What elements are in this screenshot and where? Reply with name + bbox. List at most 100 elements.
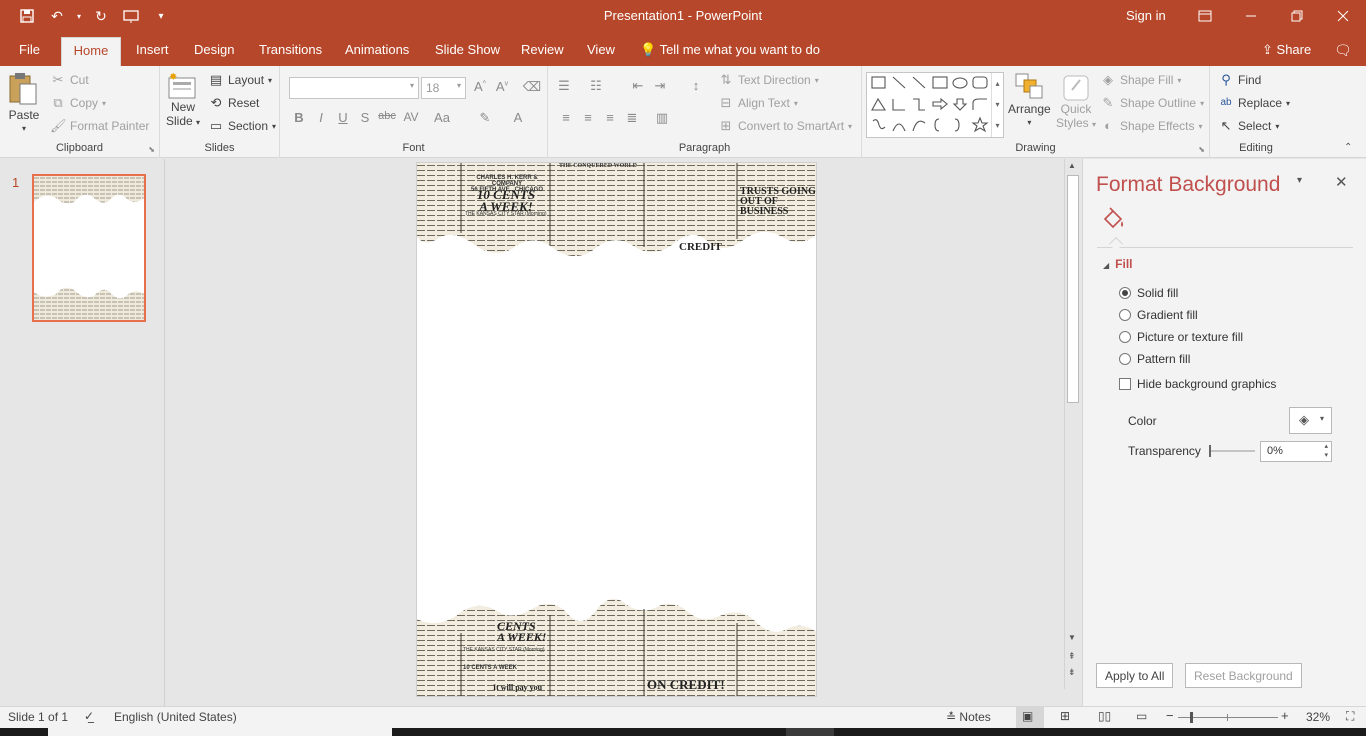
font-color-icon[interactable]: A <box>508 110 528 125</box>
select-button[interactable]: ↖ Select ▾ <box>1218 118 1280 134</box>
underline-icon[interactable]: U <box>333 110 353 125</box>
zoom-out-icon[interactable]: − <box>1166 708 1174 723</box>
fill-section-header[interactable]: ◢ Fill <box>1103 257 1133 271</box>
pattern-fill-radio[interactable]: Pattern fill <box>1119 352 1190 366</box>
apply-to-all-button[interactable]: Apply to All <box>1096 663 1174 688</box>
decrease-indent-icon[interactable]: ⇤ <box>628 78 648 94</box>
zoom-level[interactable]: 32% <box>1306 710 1330 724</box>
columns-icon[interactable]: ▥ <box>652 110 672 126</box>
previous-slide-icon[interactable]: ⇞ <box>1068 651 1076 662</box>
shape-outline-button[interactable]: ✎ Shape Outline ▾ <box>1100 95 1205 111</box>
shape-fill-button[interactable]: ◈ Shape Fill ▾ <box>1100 72 1181 88</box>
redo-icon[interactable]: ↻ <box>88 6 114 26</box>
slider-thumb[interactable] <box>1209 445 1211 457</box>
picture-texture-fill-radio[interactable]: Picture or texture fill <box>1119 330 1243 344</box>
tab-design[interactable]: Design <box>186 37 242 66</box>
undo-icon[interactable]: ↶ <box>44 6 70 26</box>
solid-fill-radio[interactable]: Solid fill <box>1119 286 1178 300</box>
fit-to-window-icon[interactable]: ⛶ <box>1346 709 1354 724</box>
transparency-slider[interactable] <box>1209 445 1255 457</box>
section-button[interactable]: ▭ Section ▾ <box>208 118 276 134</box>
shapes-gallery[interactable]: ▴ ▾ ▾ <box>866 72 1004 138</box>
tell-me-box[interactable]: 💡 Tell me what you want to do <box>640 42 820 58</box>
layout-button[interactable]: ▤ Layout ▾ <box>208 72 272 88</box>
tab-file[interactable]: File <box>11 37 48 66</box>
line-spacing-icon[interactable]: ↕ <box>686 78 706 93</box>
notes-button[interactable]: ≛ Notes <box>946 710 991 724</box>
reading-view-icon[interactable]: ▯▯ <box>1098 709 1111 723</box>
customize-qat-icon[interactable]: ▾ <box>148 6 174 26</box>
normal-view-icon[interactable]: ▣ <box>1022 709 1033 723</box>
paste-button[interactable]: Paste ▾ <box>8 72 40 133</box>
strikethrough-icon[interactable]: abc <box>377 110 397 122</box>
fill-line-icon[interactable] <box>1101 207 1125 234</box>
tab-review[interactable]: Review <box>513 37 572 66</box>
change-case-icon[interactable]: Aa <box>432 110 452 125</box>
vertical-scrollbar[interactable]: ▲ ▼ ⇞ ⇟ <box>1064 159 1080 689</box>
justify-icon[interactable]: ≣ <box>622 110 642 126</box>
tab-transitions[interactable]: Transitions <box>251 37 330 66</box>
shape-effects-button[interactable]: ◐ Shape Effects ▾ <box>1100 118 1202 134</box>
ribbon-display-options-icon[interactable] <box>1182 0 1228 32</box>
shadow-icon[interactable]: S <box>355 110 375 125</box>
replace-button[interactable]: ab Replace ▾ <box>1218 95 1290 111</box>
italic-icon[interactable]: I <box>311 110 331 125</box>
collapse-ribbon-icon[interactable]: ⌃ <box>1344 142 1352 153</box>
highlight-icon[interactable]: ✎ <box>475 110 495 126</box>
slide-sorter-icon[interactable]: ⊞ <box>1060 709 1070 723</box>
gradient-fill-radio[interactable]: Gradient fill <box>1119 308 1198 322</box>
tab-view[interactable]: View <box>579 37 623 66</box>
zoom-in-icon[interactable]: + <box>1281 708 1289 723</box>
align-text-button[interactable]: ⊟ Align Text ▾ <box>718 95 798 111</box>
font-name-box[interactable]: ▾ <box>289 77 419 99</box>
copy-button[interactable]: ⧉ Copy ▾ <box>50 95 106 111</box>
slide-thumbnail[interactable] <box>32 174 146 322</box>
transparency-input[interactable]: 0% ▴ ▾ <box>1260 441 1332 462</box>
spell-check-icon[interactable]: ✓̲ <box>84 709 94 723</box>
share-button[interactable]: ⇪ Share <box>1262 42 1311 58</box>
reset-background-button[interactable]: Reset Background <box>1185 663 1302 688</box>
clear-formatting-icon[interactable]: ⌫ <box>522 79 542 95</box>
tab-insert[interactable]: Insert <box>128 37 177 66</box>
scroll-down-icon[interactable]: ▼ <box>1068 633 1076 642</box>
restore-icon[interactable] <box>1274 0 1320 32</box>
decrease-font-icon[interactable]: Av <box>492 79 512 94</box>
increase-indent-icon[interactable]: ⇥ <box>650 78 670 94</box>
convert-smartart-button[interactable]: ⊞ Convert to SmartArt ▾ <box>718 118 853 134</box>
new-slide-button[interactable]: ✸ New Slide ▾ <box>166 72 200 128</box>
format-painter-button[interactable]: 🖌 Format Painter <box>50 118 149 134</box>
tab-animations[interactable]: Animations <box>337 37 417 66</box>
text-direction-button[interactable]: ⇅ Text Direction ▾ <box>718 72 819 88</box>
slideshow-view-icon[interactable]: ▭ <box>1136 709 1147 723</box>
align-right-icon[interactable]: ≡ <box>600 110 620 125</box>
slide-canvas[interactable]: TRUSTS GOING OUT OF BUSINESS 10 CENTS A … <box>416 162 817 697</box>
spinner-icon[interactable]: ▴ ▾ <box>1324 442 1328 460</box>
language-indicator[interactable]: English (United States) <box>114 710 237 724</box>
save-icon[interactable] <box>14 6 40 26</box>
undo-dropdown-icon[interactable]: ▾ <box>74 6 84 26</box>
arrange-button[interactable]: Arrange ▾ <box>1008 72 1051 127</box>
scroll-thumb[interactable] <box>1067 175 1079 403</box>
hide-background-graphics-checkbox[interactable]: Hide background graphics <box>1119 377 1276 391</box>
zoom-slider-thumb[interactable] <box>1190 712 1193 723</box>
find-button[interactable]: ⚲ Find <box>1218 72 1261 88</box>
start-from-beginning-icon[interactable] <box>118 6 144 26</box>
sign-in-link[interactable]: Sign in <box>1126 8 1166 23</box>
bullets-icon[interactable]: ☰ <box>554 78 574 94</box>
tab-home[interactable]: Home <box>61 37 121 66</box>
pane-close-icon[interactable]: ✕ <box>1335 173 1348 191</box>
close-icon[interactable] <box>1320 0 1366 32</box>
dialog-launcher-icon[interactable]: ⬊ <box>148 145 155 154</box>
scroll-up-icon[interactable]: ▲ <box>1068 161 1076 170</box>
minimize-icon[interactable] <box>1228 0 1274 32</box>
next-slide-icon[interactable]: ⇟ <box>1068 667 1076 678</box>
reset-button[interactable]: ⟲ Reset <box>208 95 260 111</box>
drawing-dialog-launcher-icon[interactable]: ⬊ <box>1198 145 1205 154</box>
color-picker-button[interactable]: ◈ ▾ <box>1289 407 1332 434</box>
zoom-slider[interactable] <box>1178 712 1278 723</box>
gallery-more-icon[interactable]: ▴ ▾ ▾ <box>991 73 1003 137</box>
cut-button[interactable]: ✂ Cut <box>50 72 89 88</box>
tab-slide-show[interactable]: Slide Show <box>427 37 508 66</box>
font-size-box[interactable]: 18 ▾ <box>421 77 466 99</box>
character-spacing-icon[interactable]: AV <box>401 110 421 124</box>
